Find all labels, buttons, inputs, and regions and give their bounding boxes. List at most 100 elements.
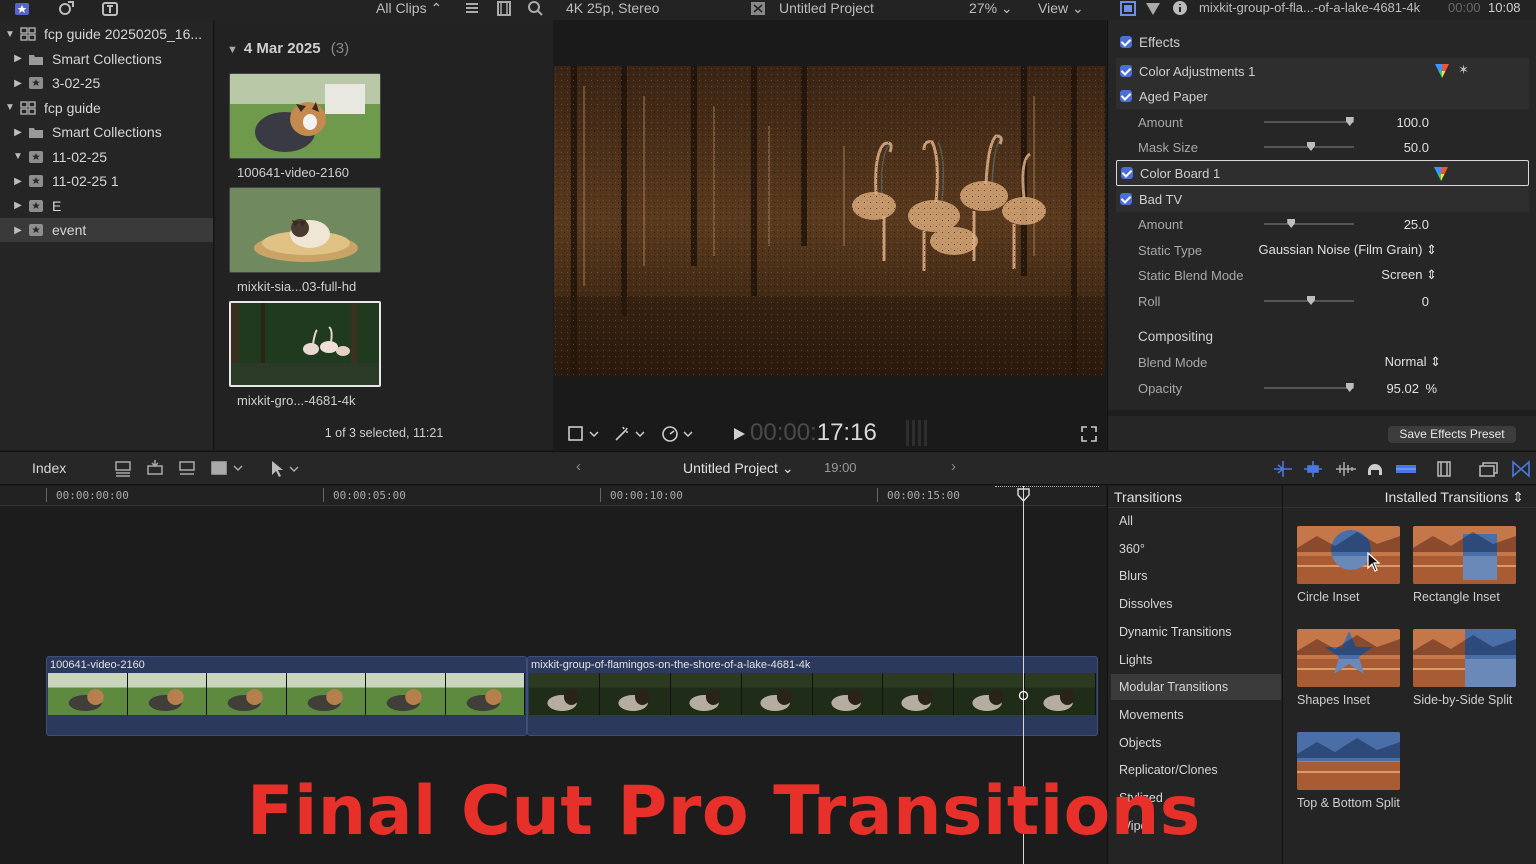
magic-wand-icon[interactable]: ✶ <box>1458 62 1469 78</box>
search-icon[interactable] <box>526 0 546 17</box>
disclosure-open-icon[interactable]: ▼ <box>4 29 16 40</box>
opacity-value[interactable]: 95.02 <box>1339 381 1419 396</box>
timeline-right-tools[interactable] <box>1270 458 1536 480</box>
slider-knob[interactable] <box>1307 142 1315 151</box>
param-row[interactable]: Static Type Gaussian Noise (Film Grain) ⇕ <box>1116 237 1529 263</box>
viewer-video-frame[interactable] <box>554 66 1105 376</box>
sidebar-item[interactable]: ▼ fcp guide 20250205_16... <box>0 22 213 46</box>
edit-buttons[interactable] <box>112 458 232 480</box>
transition-item[interactable]: Top & Bottom Split <box>1297 732 1401 810</box>
effect-row[interactable]: Aged Paper <box>1116 83 1529 109</box>
param-popup[interactable]: Screen ⇕ <box>1381 267 1437 283</box>
param-slider[interactable] <box>1264 117 1354 126</box>
param-row[interactable]: Roll 0 <box>1116 288 1529 314</box>
index-button[interactable]: Index <box>32 460 66 476</box>
transform-tool-icon[interactable] <box>566 424 602 444</box>
save-effects-preset-button[interactable]: Save Effects Preset <box>1388 426 1516 443</box>
transition-category[interactable]: All <box>1111 508 1281 534</box>
chevron-down-icon[interactable] <box>232 462 244 474</box>
checkbox-checked-icon[interactable] <box>1120 193 1132 205</box>
transition-category[interactable]: Modular Transitions <box>1111 674 1281 701</box>
param-row[interactable]: Amount 25.0 <box>1116 211 1529 237</box>
param-popup[interactable]: Gaussian Noise (Film Grain) ⇕ <box>1258 242 1437 258</box>
color-wheel-icon[interactable] <box>1434 167 1448 181</box>
checkbox-checked-icon[interactable] <box>1120 65 1132 77</box>
param-slider[interactable] <box>1264 142 1354 151</box>
param-row[interactable]: Amount 100.0 <box>1116 109 1529 135</box>
disclosure-closed-icon[interactable]: ▶ <box>12 176 24 187</box>
clip-appearance-icon[interactable] <box>494 0 514 17</box>
param-row[interactable]: Mask Size 50.0 <box>1116 134 1529 160</box>
param-row[interactable]: Static Blend Mode Screen ⇕ <box>1116 262 1529 288</box>
fullscreen-icon[interactable] <box>1080 425 1098 443</box>
param-value[interactable]: 25.0 <box>1349 217 1429 232</box>
sidebar-item[interactable]: ▶ Smart Collections <box>0 47 213 71</box>
effect-row[interactable]: Bad TV <box>1116 186 1529 212</box>
effect-row[interactable]: Color Board 1 <box>1116 160 1529 186</box>
transition-item[interactable]: Side-by-Side Split <box>1413 629 1517 707</box>
timeline-clip[interactable]: mixkit-group-of-flamingos-on-the-shore-o… <box>527 656 1098 736</box>
transition-category[interactable]: Blurs <box>1111 563 1281 589</box>
checkbox-checked-icon[interactable] <box>1120 90 1132 102</box>
transition-category[interactable]: Movements <box>1111 702 1281 728</box>
param-value[interactable]: 50.0 <box>1349 140 1429 155</box>
browser-clip[interactable]: mixkit-gro...-4681-4k <box>229 301 382 408</box>
slider-knob[interactable] <box>1287 219 1296 228</box>
color-inspector-icon[interactable] <box>1143 0 1163 17</box>
effect-row[interactable]: Color Adjustments 1 ✶ <box>1116 58 1529 84</box>
info-inspector-icon[interactable] <box>1170 0 1190 17</box>
transition-category[interactable]: Dissolves <box>1111 591 1281 617</box>
view-menu[interactable]: View ⌄ <box>1038 0 1084 16</box>
history-forward-icon[interactable]: › <box>951 458 956 475</box>
disclosure-closed-icon[interactable]: ▶ <box>12 78 24 89</box>
sidebar-item[interactable]: ▶ E <box>0 194 213 218</box>
transition-item[interactable]: Rectangle Inset <box>1413 526 1517 604</box>
param-value[interactable]: 0 <box>1349 294 1429 309</box>
enhance-tool-icon[interactable] <box>612 424 648 444</box>
compositing-section-header[interactable]: Compositing <box>1116 323 1529 349</box>
disclosure-closed-icon[interactable]: ▶ <box>12 127 24 138</box>
list-view-icon[interactable] <box>462 0 482 17</box>
param-slider[interactable] <box>1264 219 1354 228</box>
retime-tool-icon[interactable] <box>660 424 696 444</box>
project-name-popup[interactable]: Untitled Project ⌄ <box>683 460 794 477</box>
transition-category[interactable]: 360° <box>1111 536 1281 562</box>
photos-audio-icon[interactable] <box>56 0 76 17</box>
sidebar-item[interactable]: ▶ 3-02-25 <box>0 71 213 95</box>
sidebar-item[interactable]: ▶ event <box>0 218 213 242</box>
disclosure-open-icon[interactable]: ▼ <box>4 102 16 113</box>
history-back-icon[interactable]: ‹ <box>576 458 581 475</box>
browser-clip[interactable]: mixkit-sia...03-full-hd <box>229 187 382 294</box>
clips-filter-popup[interactable]: All Clips ⌃ <box>376 0 442 16</box>
disclosure-open-icon[interactable]: ▼ <box>12 151 24 162</box>
sidebar-item[interactable]: ▼ 11-02-25 <box>0 145 213 169</box>
viewer-timecode[interactable]: 00:00:17:16 <box>750 419 877 447</box>
sidebar-item[interactable]: ▶ 11-02-25 1 <box>0 169 213 193</box>
libraries-icon[interactable] <box>12 0 32 17</box>
play-icon[interactable] <box>732 427 746 441</box>
slider-knob[interactable] <box>1307 296 1315 305</box>
timeline-clip[interactable]: 100641-video-2160 <box>46 656 527 736</box>
playhead-handle-icon[interactable] <box>1017 488 1030 502</box>
checkbox-checked-icon[interactable] <box>1121 167 1133 179</box>
disclosure-closed-icon[interactable]: ▶ <box>12 225 24 236</box>
checkbox-checked-icon[interactable] <box>1120 36 1132 48</box>
color-wheel-icon[interactable] <box>1435 64 1449 78</box>
transition-item[interactable]: Circle Inset <box>1297 526 1401 604</box>
transition-category[interactable]: Dynamic Transitions <box>1111 619 1281 645</box>
sidebar-item[interactable]: ▶ Smart Collections <box>0 120 213 144</box>
transition-category[interactable]: Objects <box>1111 730 1281 756</box>
date-group-header[interactable]: ▼ 4 Mar 2025 (3) <box>227 40 349 57</box>
disclosure-closed-icon[interactable]: ▶ <box>12 53 24 64</box>
zoom-popup[interactable]: 27% ⌄ <box>969 0 1013 16</box>
transition-item[interactable]: Shapes Inset <box>1297 629 1401 707</box>
effects-section-header[interactable]: Effects <box>1116 29 1529 55</box>
blend-mode-popup[interactable]: Normal ⇕ <box>1385 354 1441 370</box>
transition-category[interactable]: Lights <box>1111 647 1281 673</box>
titles-generators-icon[interactable] <box>100 0 120 17</box>
param-value[interactable]: 100.0 <box>1349 115 1429 130</box>
sidebar-item[interactable]: ▼ fcp guide <box>0 96 213 120</box>
select-tool-icon[interactable] <box>268 459 302 479</box>
param-slider[interactable] <box>1264 296 1354 305</box>
disclosure-closed-icon[interactable]: ▶ <box>12 200 24 211</box>
